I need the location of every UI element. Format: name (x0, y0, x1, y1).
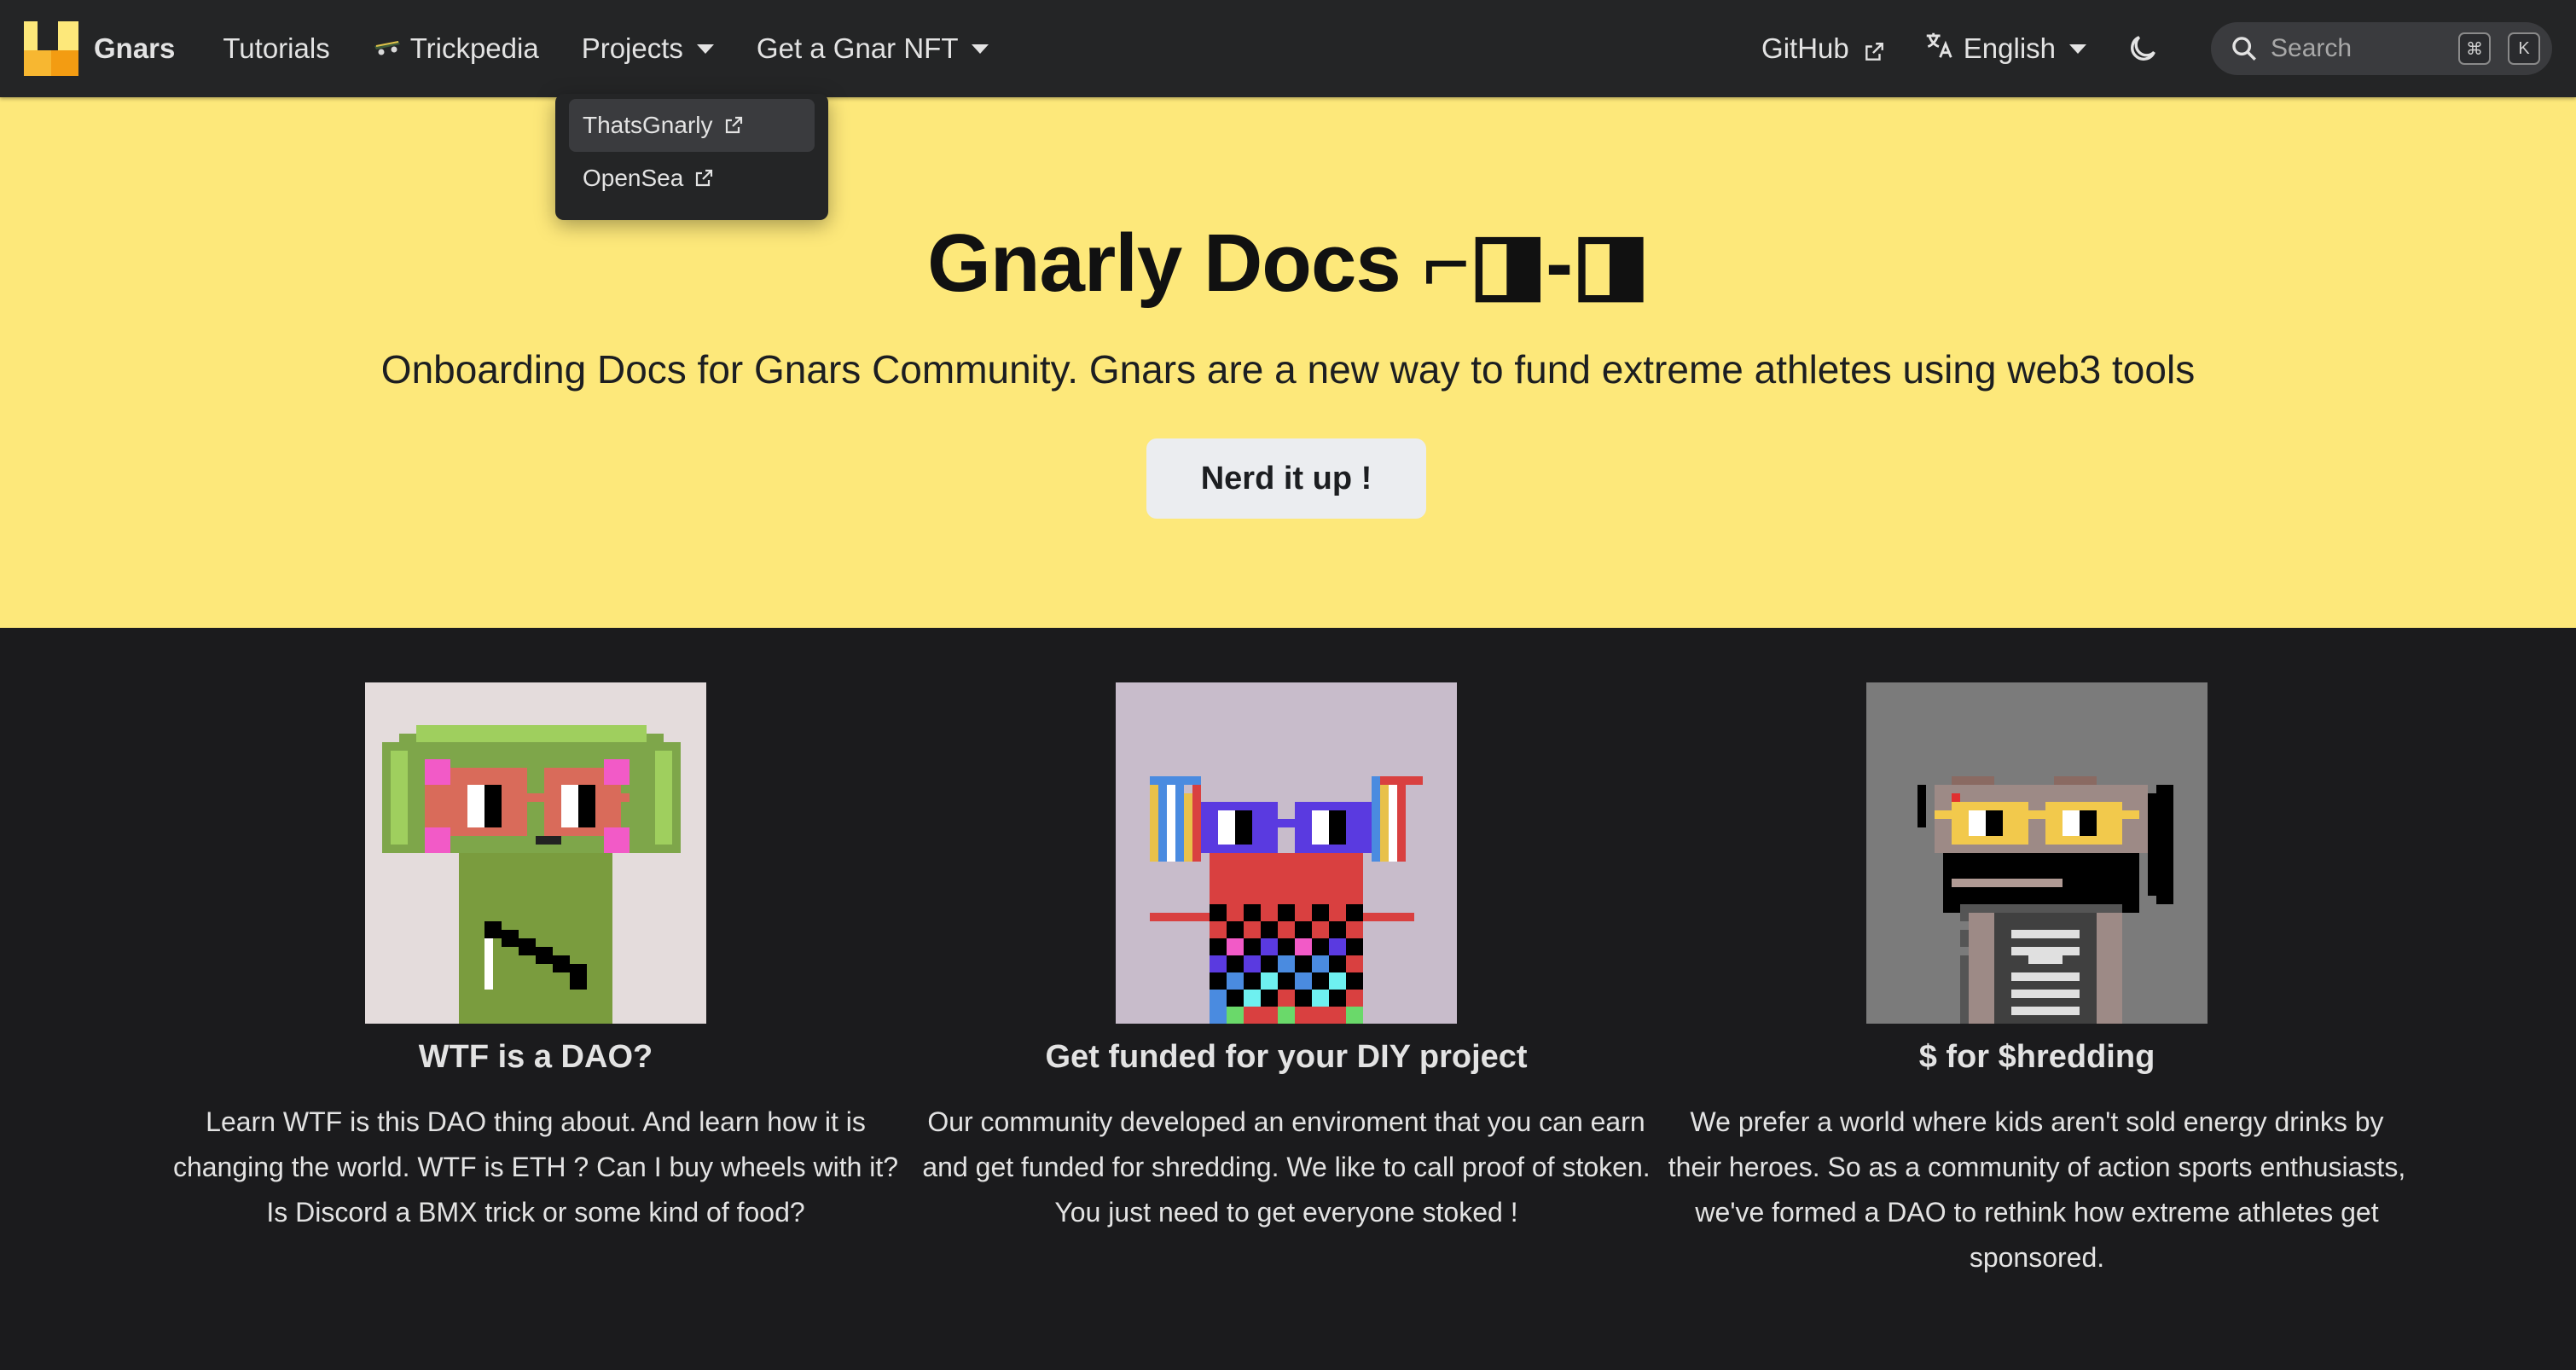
navbar-right: GitHub English Search ⌘ K (1761, 22, 2552, 75)
feature-text: Our community developed an enviroment th… (922, 1106, 1651, 1228)
chevron-down-icon (972, 44, 989, 54)
gnar-skeleton-image (1866, 682, 2208, 1024)
dropdown-item-thatsgnarly[interactable]: ThatsGnarly (569, 99, 815, 152)
brand-title: Gnars (94, 32, 176, 64)
nav-get-gnar-nft-label: Get a Gnar NFT (756, 32, 959, 64)
gnar-checkered-image (1116, 682, 1457, 1024)
nerd-it-up-button[interactable]: Nerd it up ! (1146, 438, 1426, 519)
navbar: Gnars Tutorials Trickpedia Projects Get … (0, 0, 2576, 97)
external-link-icon (693, 167, 716, 189)
hero-title: Gnarly Docs ⌐◨-◨ (927, 218, 1650, 309)
language-dropdown[interactable]: English (1923, 29, 2086, 68)
search-placeholder: Search (2271, 34, 2353, 62)
nav-github-label: GitHub (1761, 32, 1849, 64)
feature-for-shredding: $ for $hredding We prefer a world where … (1662, 682, 2412, 1280)
dropdown-item-label: ThatsGnarly (583, 112, 713, 138)
nav-projects-dropdown[interactable]: Projects (582, 32, 714, 65)
search-key-k: K (2508, 32, 2540, 65)
feature-text: Learn WTF is this DAO thing about. And l… (172, 1106, 899, 1228)
feature-text: We prefer a world where kids aren't sold… (1668, 1106, 2406, 1273)
nav-trickpedia-label: Trickpedia (409, 32, 539, 64)
hero-subtitle: Onboarding Docs for Gnars Community. Gna… (380, 347, 2196, 392)
feature-wtf-dao: WTF is a DAO? Learn WTF is this DAO thin… (160, 682, 911, 1235)
external-link-icon (1863, 38, 1885, 61)
nav-trickpedia[interactable]: Trickpedia (373, 32, 539, 65)
feature-title: $ for $hredding (1918, 1039, 2155, 1075)
hero-banner: Gnarly Docs ⌐◨-◨ Onboarding Docs for Gna… (0, 97, 2576, 628)
external-link-icon (723, 114, 746, 136)
skateboard-icon (373, 32, 402, 65)
dropdown-item-opensea[interactable]: OpenSea (569, 152, 815, 205)
nav-tutorials-label: Tutorials (223, 32, 330, 64)
language-label: English (1963, 32, 2056, 64)
nav-tutorials[interactable]: Tutorials (223, 32, 329, 65)
feature-title: Get funded for your DIY project (1045, 1039, 1528, 1075)
search-input[interactable]: Search ⌘ K (2211, 22, 2552, 75)
chevron-down-icon (2069, 44, 2086, 54)
search-key-cmd: ⌘ (2458, 32, 2491, 65)
feature-get-funded: Get funded for your DIY project Our comm… (911, 682, 1662, 1235)
dark-mode-toggle-icon[interactable] (2126, 32, 2160, 66)
nav-github-link[interactable]: GitHub (1761, 32, 1885, 65)
projects-dropdown-menu: ThatsGnarly OpenSea (555, 94, 828, 220)
search-icon (2230, 34, 2259, 63)
gnars-logo (24, 21, 78, 76)
dropdown-item-label: OpenSea (583, 165, 684, 191)
gnar-noggles-image (365, 682, 706, 1024)
brand-link[interactable]: Gnars (24, 21, 175, 76)
nav-projects-label: Projects (581, 32, 683, 64)
feature-title: WTF is a DAO? (418, 1039, 653, 1075)
chevron-down-icon (696, 44, 714, 54)
nav-get-gnar-nft-dropdown[interactable]: Get a Gnar NFT (757, 32, 989, 65)
translate-icon (1923, 29, 1955, 68)
